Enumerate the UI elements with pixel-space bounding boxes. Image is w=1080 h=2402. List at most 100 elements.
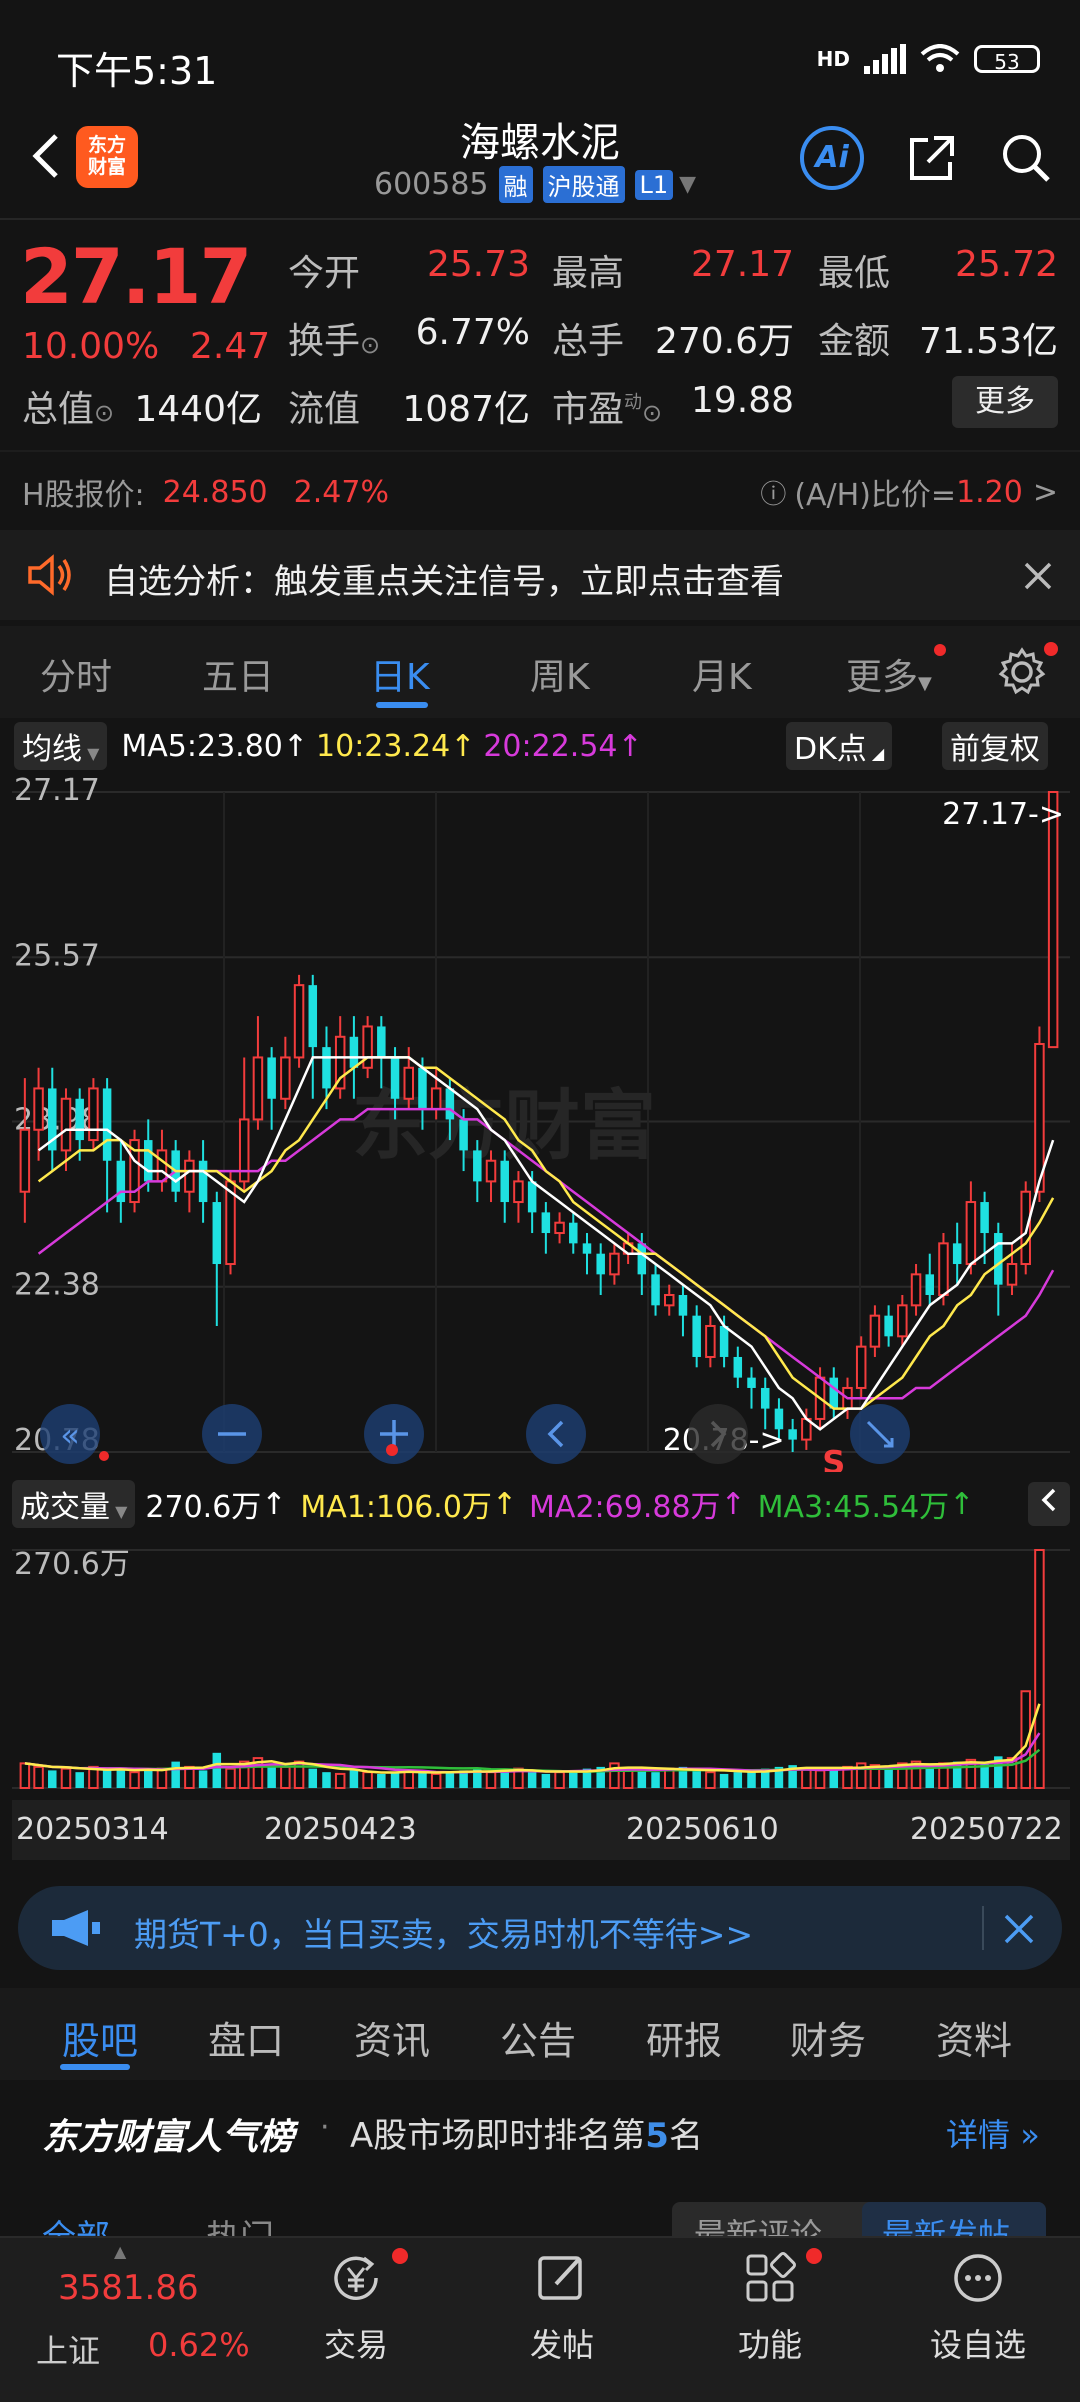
candle-body xyxy=(692,1315,701,1357)
scroll-right-button[interactable] xyxy=(688,1404,748,1464)
compose-icon xyxy=(538,2256,582,2300)
notice-bar[interactable]: 自选分析：触发重点关注信号，立即点击查看 xyxy=(0,530,1080,620)
divider xyxy=(982,1906,984,1950)
nav-functions[interactable]: 功能 xyxy=(700,2248,840,2366)
tab-financials[interactable]: 财务 xyxy=(790,2010,866,2065)
turnover-label[interactable]: 换手⊙ xyxy=(288,312,380,364)
candle-body xyxy=(267,1057,276,1099)
candle-body xyxy=(829,1377,839,1409)
tab-forum[interactable]: 股吧 xyxy=(62,2010,138,2065)
battery-icon: 53 xyxy=(974,45,1040,74)
candle-body xyxy=(651,1274,660,1306)
tab-intraday[interactable]: 分时 xyxy=(40,648,112,700)
tab-news[interactable]: 资讯 xyxy=(354,2010,430,2065)
volume-bar xyxy=(212,1752,222,1788)
index-ticker[interactable]: 3581.86 上证 0.62% ▲ xyxy=(0,2238,260,2402)
nav-post[interactable]: 发帖 xyxy=(492,2248,632,2366)
more-circle-icon xyxy=(954,2254,1002,2302)
volume-bar xyxy=(48,1770,57,1788)
adjust-button[interactable]: 前复权 xyxy=(942,722,1048,770)
candle-body xyxy=(980,1202,989,1234)
tab-more[interactable]: 更多▼ xyxy=(846,648,932,700)
more-button[interactable]: 更多 xyxy=(952,376,1058,428)
candle-body xyxy=(733,1356,743,1378)
nav-post-label: 发帖 xyxy=(529,2326,594,2364)
rank-detail-link[interactable]: 详情 » xyxy=(946,2110,1040,2156)
pe-label[interactable]: 市盈动⊙ xyxy=(552,380,662,432)
status-bar: 下午5:31 HD 53 xyxy=(0,0,1080,120)
date-label: 20250610 xyxy=(626,1812,779,1847)
tab-profile[interactable]: 资料 xyxy=(936,2010,1012,2065)
active-tab-indicator xyxy=(60,2064,130,2070)
nav-add-watchlist-label: 设自选 xyxy=(929,2326,1026,2364)
ma-selector[interactable]: 均线 ▼ xyxy=(14,722,108,770)
candle-body xyxy=(293,984,305,1059)
dk-point-button[interactable]: DK点 ◢ xyxy=(786,722,893,770)
volume-selector[interactable]: 成交量 ▼ xyxy=(12,1480,136,1528)
tab-five-day[interactable]: 五日 xyxy=(202,648,274,700)
period-tabs: 分时 五日 日K 周K 月K 更多▼ xyxy=(0,626,1080,718)
candle-body xyxy=(252,1056,264,1121)
info-icon: ⊙ xyxy=(360,331,381,359)
tab-weekly-k[interactable]: 周K xyxy=(530,648,590,700)
tab-daily-k[interactable]: 日K xyxy=(370,648,430,700)
nav-trade[interactable]: 交易 xyxy=(286,2248,426,2366)
h-share-quote[interactable]: H股报价: 24.850 2.47% xyxy=(22,470,389,514)
volume-legend: 成交量 ▼ 270.6万 ↑ MA1:106.0万 ↑ MA2:69.88万 ↑ MA… xyxy=(0,1480,1080,1528)
candle-body xyxy=(541,1212,551,1234)
double-left-icon: « xyxy=(60,1416,80,1454)
volume-chart[interactable]: 270.6万 xyxy=(12,1530,1070,1792)
info-icon: ⊙ xyxy=(94,399,115,427)
volume-bar xyxy=(322,1772,331,1788)
candle-body xyxy=(184,1159,195,1193)
ai-button[interactable]: Ai xyxy=(800,126,864,190)
volume-bar xyxy=(116,1768,126,1788)
candle-body xyxy=(637,1243,647,1275)
candle-body xyxy=(430,1087,442,1111)
share-icon[interactable] xyxy=(904,130,960,186)
signal-icon xyxy=(864,44,906,74)
close-icon[interactable] xyxy=(1022,560,1054,592)
turnover-value: 6.77% xyxy=(415,312,530,353)
volume-ma2: MA2:69.88万 xyxy=(529,1490,721,1525)
volume-bar xyxy=(705,1771,716,1790)
ah-ratio[interactable]: ⓘ (A/H)比价= 1.20 > xyxy=(760,470,1058,514)
volume-bar xyxy=(267,1765,276,1788)
volume-bar xyxy=(349,1770,359,1788)
volume-ma3: MA3:45.54万 xyxy=(757,1490,950,1525)
candle-body xyxy=(719,1325,729,1357)
megaphone-icon xyxy=(52,1910,100,1946)
candle-body xyxy=(377,1026,386,1058)
tab-orderbook[interactable]: 盘口 xyxy=(208,2010,284,2065)
tab-research[interactable]: 研报 xyxy=(646,2010,722,2065)
stock-code-row[interactable]: 600585 融 沪股通 L1 ▼ xyxy=(374,166,696,203)
candlestick-chart[interactable]: 27.1725.5723.9822.3820.78 东方财富 27.17->20… xyxy=(12,772,1070,1472)
collapse-button[interactable] xyxy=(1028,1482,1070,1526)
volume-bar xyxy=(719,1773,729,1788)
connect-tag: 沪股通 xyxy=(542,166,625,203)
ad-banner[interactable]: 期货T+0，当日买卖，交易时机不等待>> xyxy=(18,1886,1062,1970)
volume-bar xyxy=(156,1767,168,1789)
volume-bar xyxy=(33,1765,44,1790)
candle-body xyxy=(102,1088,112,1161)
close-icon[interactable] xyxy=(1002,1912,1036,1946)
search-icon[interactable] xyxy=(998,130,1054,186)
volume-bar xyxy=(198,1770,208,1788)
active-tab-indicator xyxy=(376,702,428,708)
candle-body xyxy=(910,1273,922,1307)
settings-gear-icon[interactable] xyxy=(996,646,1048,698)
candle-body xyxy=(349,1036,359,1068)
candle-body xyxy=(554,1221,565,1235)
volume-bar xyxy=(19,1762,31,1789)
notice-text: 自选分析：触发重点关注信号，立即点击查看 xyxy=(104,562,784,602)
popularity-rank[interactable]: 东方财富人气榜 · A股市场即时排名第5名 详情 » xyxy=(0,2090,1080,2170)
candle-body xyxy=(925,1274,935,1296)
nav-add-watchlist[interactable]: 设自选 xyxy=(908,2248,1048,2366)
caret-down-icon: ▼ xyxy=(679,172,697,197)
tab-monthly-k[interactable]: 月K xyxy=(692,648,752,700)
mktcap-label[interactable]: 总值⊙ xyxy=(22,380,114,432)
volume-bar xyxy=(143,1770,153,1788)
last-price: 27.17 xyxy=(20,232,252,321)
scroll-left-button[interactable] xyxy=(526,1404,586,1464)
tab-announcements[interactable]: 公告 xyxy=(500,2010,576,2065)
